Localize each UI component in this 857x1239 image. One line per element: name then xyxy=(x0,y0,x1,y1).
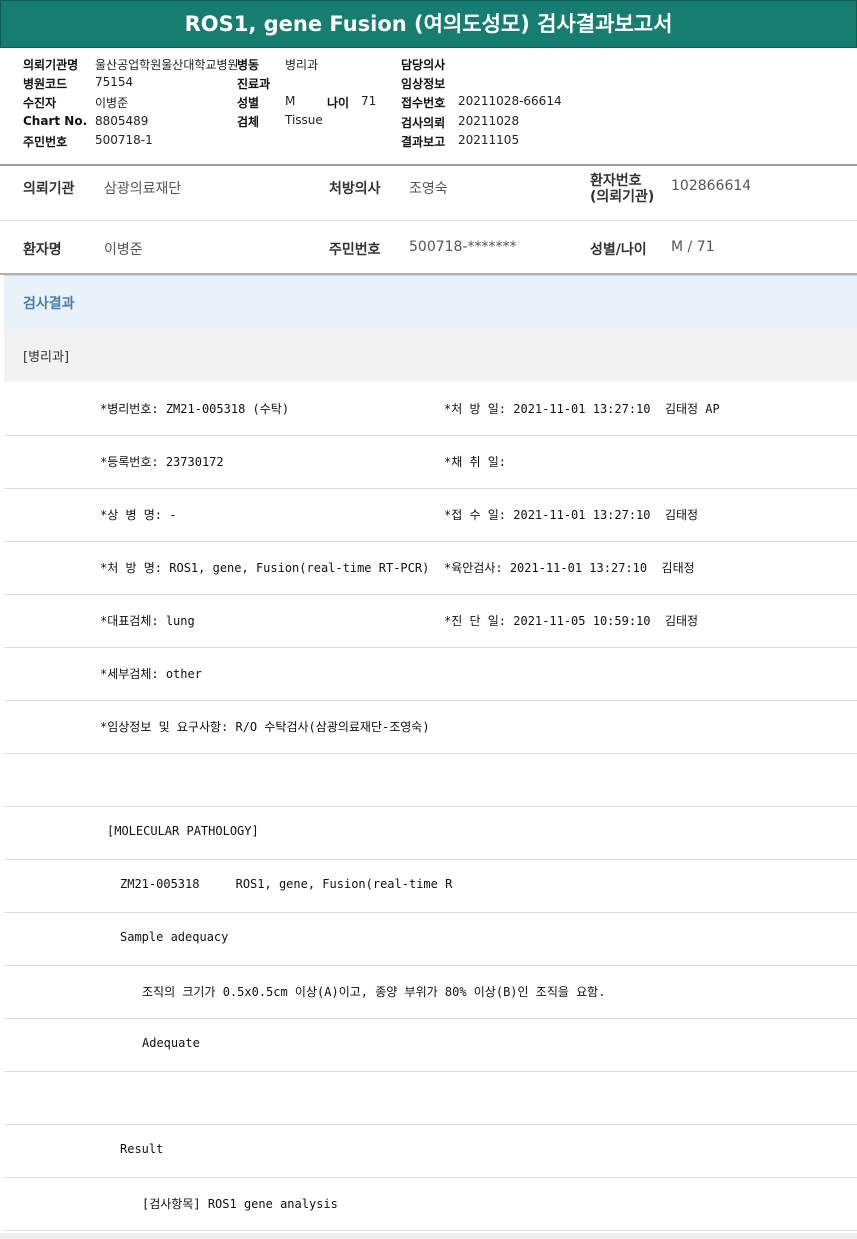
chart-value: 8805489 xyxy=(95,114,149,128)
report-label: 결과보고 xyxy=(401,135,446,149)
pathology-title: [병리과] xyxy=(23,350,70,365)
row-left-text: *대표검체: lung xyxy=(100,614,195,628)
row-right-text: *채 취 일: xyxy=(444,455,507,469)
result-row: Result xyxy=(4,1124,857,1178)
sex-value: M xyxy=(285,94,296,108)
rrn-masked-value: 500718-******* xyxy=(409,239,517,255)
ward-value: 병리과 xyxy=(285,58,319,72)
specimen-value: Tissue xyxy=(285,113,323,127)
sex-age-label: 성별/나이 xyxy=(590,242,647,258)
result-row-empty xyxy=(4,1071,857,1125)
report-header: 의뢰기관명 울산공업학원울산대학교병원 병동 병리과 담당의사 병원코드 751… xyxy=(0,48,857,165)
result-row: *세부검체: other xyxy=(4,647,857,701)
result-row: *등록번호: 23730172 *채 취 일: xyxy=(4,435,857,489)
row-left-text: [MOLECULAR PATHOLOGY] xyxy=(107,824,259,838)
page-bottom-edge xyxy=(0,1233,857,1239)
request-label: 검사의뢰 xyxy=(401,116,446,130)
result-row: *상 병 명: - *접 수 일: 2021-11-01 13:27:10 김태… xyxy=(4,488,857,542)
row-right-text: *진 단 일: 2021-11-05 10:59:10 김태정 xyxy=(444,614,699,628)
rrn-label: 주민번호 xyxy=(23,135,68,149)
chart-label: Chart No. xyxy=(23,114,88,128)
specimen-label: 검체 xyxy=(237,115,260,129)
patient-info-row-2: 환자명 이병준 주민번호 500718-******* 성별/나이 M / 71 xyxy=(0,221,857,273)
row-left-text: ZM21-005318 ROS1, gene, Fusion(real-time… xyxy=(120,877,453,891)
row-left-text: *세부검체: other xyxy=(100,667,202,681)
referring-institution-label: 의뢰기관 xyxy=(23,181,75,197)
result-row: ZM21-005318 ROS1, gene, Fusion(real-time… xyxy=(4,859,857,913)
clinical-info-label: 임상정보 xyxy=(401,77,446,91)
row-left-text: [검사항목] ROS1 gene analysis xyxy=(142,1197,338,1211)
dept-label: 진료과 xyxy=(237,77,271,91)
row-left-text: Adequate xyxy=(142,1036,200,1050)
row-left-text: *등록번호: 23730172 xyxy=(100,455,224,469)
row-left-text: *병리번호: ZM21-005318 (수탁) xyxy=(100,402,290,416)
ward-label: 병동 xyxy=(237,58,260,72)
request-value: 20211028 xyxy=(458,114,520,128)
sex-age-value: M / 71 xyxy=(671,239,715,255)
result-row: Adequate xyxy=(4,1018,857,1072)
result-row: Sample adequacy xyxy=(4,912,857,966)
row-left-text: *처 방 명: ROS1, gene, Fusion(real-time RT-… xyxy=(100,561,430,575)
patient-no-sublabel: (의뢰기관) xyxy=(590,189,655,205)
result-row: *병리번호: ZM21-005318 (수탁) *처 방 일: 2021-11-… xyxy=(4,382,857,436)
hospital-code-label: 병원코드 xyxy=(23,77,68,91)
result-row: *처 방 명: ROS1, gene, Fusion(real-time RT-… xyxy=(4,541,857,595)
row-left-text: *임상정보 및 요구사항: R/O 수탁검사(삼광의료재단-조영숙) xyxy=(100,720,430,734)
result-row: [검사항목] ROS1 gene analysis xyxy=(4,1177,857,1231)
row-left-text: *상 병 명: - xyxy=(100,508,177,522)
result-row: *대표검체: lung *진 단 일: 2021-11-05 10:59:10 … xyxy=(4,594,857,648)
physician-value: 조영숙 xyxy=(409,181,448,197)
report-title: ROS1, gene Fusion (여의도성모) 검사결과보고서 xyxy=(0,0,857,48)
patient-name-label: 환자명 xyxy=(23,242,62,258)
pathology-header: [병리과] xyxy=(4,329,857,382)
result-row: *임상정보 및 요구사항: R/O 수탁검사(삼광의료재단-조영숙) xyxy=(4,700,857,754)
row-left-text: 조직의 크기가 0.5x0.5cm 이상(A)이고, 종양 부위가 80% 이상… xyxy=(142,985,606,999)
row-left-text: Sample adequacy xyxy=(120,930,229,944)
patient-name-value: 이병준 xyxy=(104,242,143,258)
sex-label: 성별 xyxy=(237,96,260,110)
patient-no-value: 102866614 xyxy=(671,178,752,194)
receipt-value: 20211028-66614 xyxy=(458,94,562,108)
row-right-text: *육안검사: 2021-11-01 13:27:10 김태정 xyxy=(444,561,695,575)
result-row-empty xyxy=(4,753,857,807)
report-value: 20211105 xyxy=(458,133,520,147)
row-right-text: *접 수 일: 2021-11-01 13:27:10 김태정 xyxy=(444,508,699,522)
age-value: 71 xyxy=(361,94,377,108)
result-row: [MOLECULAR PATHOLOGY] xyxy=(4,806,857,860)
hospital-code-value: 75154 xyxy=(95,75,134,89)
institution-value: 울산공업학원울산대학교병원 xyxy=(95,58,239,72)
result-section-header: 검사결과 xyxy=(4,275,857,329)
result-row: 조직의 크기가 0.5x0.5cm 이상(A)이고, 종양 부위가 80% 이상… xyxy=(4,965,857,1019)
rrn-value: 500718-1 xyxy=(95,133,153,147)
rrn-masked-label: 주민번호 xyxy=(329,242,381,258)
institution-label: 의뢰기관명 xyxy=(23,58,79,72)
physician-label: 처방의사 xyxy=(329,181,381,197)
patient-value: 이병준 xyxy=(95,96,129,110)
row-right-text: *처 방 일: 2021-11-01 13:27:10 김태정 AP xyxy=(444,402,720,416)
referring-institution-value: 삼광의료재단 xyxy=(104,181,182,197)
doctor-label: 담당의사 xyxy=(401,58,446,72)
row-left-text: Result xyxy=(120,1142,164,1156)
patient-info-row-1: 의뢰기관 삼광의료재단 처방의사 조영숙 환자번호 (의뢰기관) 1028666… xyxy=(0,166,857,220)
patient-label: 수진자 xyxy=(23,96,57,110)
age-label: 나이 xyxy=(327,96,350,110)
result-section-title: 검사결과 xyxy=(23,296,75,312)
receipt-label: 접수번호 xyxy=(401,96,446,110)
